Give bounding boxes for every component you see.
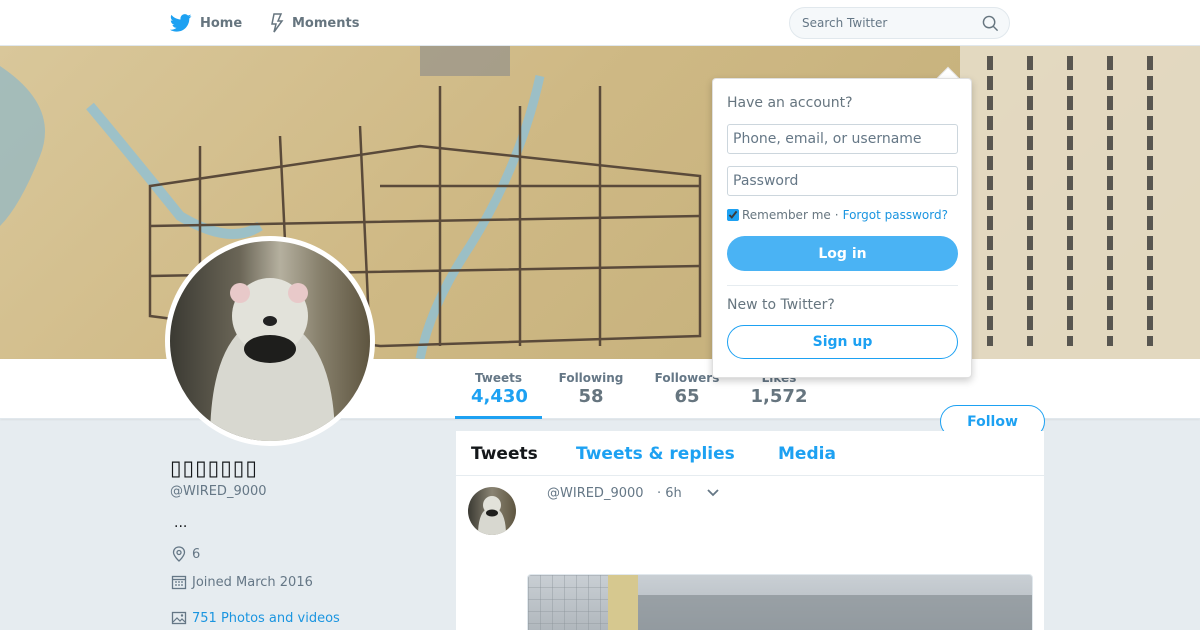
avatar-illustration	[210, 278, 335, 441]
signup-button[interactable]: Sign up	[727, 325, 958, 359]
stat-following-value: 58	[578, 386, 604, 407]
moments-lightning-icon	[271, 13, 284, 33]
stat-tweets-label: Tweets	[474, 371, 523, 385]
top-navigation-bar: Home Moments	[0, 0, 1200, 46]
login-dropdown: Have an account? Remember me · Forgot pa…	[712, 78, 972, 378]
stat-followers[interactable]: Followers 65	[652, 371, 722, 407]
profile-photos-link[interactable]: 751 Photos and videos	[171, 610, 340, 626]
nav-moments-label: Moments	[292, 15, 360, 31]
photo-icon	[171, 611, 187, 625]
twitter-bird-icon	[170, 14, 192, 32]
forgot-password-link[interactable]: Forgot password?	[843, 208, 948, 222]
profile-bio: ...	[174, 515, 188, 531]
profile-name: ▯▯▯▯▯▯▯	[170, 456, 258, 480]
search-input[interactable]	[802, 8, 972, 38]
profile-join-text: Joined March 2016	[192, 574, 313, 590]
remember-me-row: Remember me · Forgot password?	[727, 208, 948, 222]
timeline-tabs: Tweets Tweets & replies Media	[456, 431, 1044, 476]
tab-tweets[interactable]: Tweets	[471, 444, 538, 464]
chevron-down-icon[interactable]	[706, 488, 720, 498]
profile-location: 6	[171, 546, 200, 562]
new-to-twitter-label: New to Twitter?	[727, 297, 835, 313]
location-pin-icon	[172, 546, 186, 562]
tweet-media-image[interactable]	[527, 574, 1033, 630]
stat-following-label: Following	[558, 371, 624, 385]
username-input[interactable]	[727, 124, 958, 154]
tweet-timestamp[interactable]: · 6h	[657, 486, 682, 501]
timeline: Tweets Tweets & replies Media @WIRED_900…	[456, 431, 1044, 630]
calendar-icon	[171, 575, 187, 590]
login-divider	[727, 285, 958, 286]
login-button[interactable]: Log in	[727, 236, 958, 271]
stat-tweets-value: 4,430	[471, 386, 528, 407]
remember-me-checkbox[interactable]	[727, 209, 739, 221]
remember-separator: ·	[834, 208, 839, 222]
stat-tweets[interactable]: Tweets 4,430	[455, 371, 542, 419]
profile-handle[interactable]: @WIRED_9000	[170, 484, 267, 499]
nav-moments[interactable]: Moments	[270, 12, 359, 34]
tweet-media-illustration	[528, 575, 1032, 630]
login-title: Have an account?	[727, 95, 853, 111]
stat-likes-value: 1,572	[750, 386, 808, 407]
avatar-photo	[170, 241, 370, 441]
profile-location-text: 6	[192, 546, 201, 562]
tweet-avatar-illustration	[478, 496, 506, 535]
remember-me-label: Remember me	[742, 208, 831, 222]
tab-tweets-and-replies[interactable]: Tweets & replies	[576, 444, 735, 464]
profile-join-date: Joined March 2016	[171, 574, 313, 590]
search-icon[interactable]	[982, 15, 999, 32]
profile-avatar[interactable]	[165, 236, 375, 446]
nav-home-label: Home	[200, 15, 243, 31]
stat-followers-value: 65	[674, 386, 700, 407]
tab-media[interactable]: Media	[778, 444, 836, 464]
search-box	[789, 7, 1010, 39]
tweet-author-handle[interactable]: @WIRED_9000	[547, 486, 644, 501]
stat-following[interactable]: Following 58	[556, 371, 626, 407]
nav-home[interactable]: Home	[170, 12, 242, 34]
tweet-avatar[interactable]	[468, 487, 516, 535]
profile-photos-text: 751 Photos and videos	[192, 610, 340, 626]
password-input[interactable]	[727, 166, 958, 196]
